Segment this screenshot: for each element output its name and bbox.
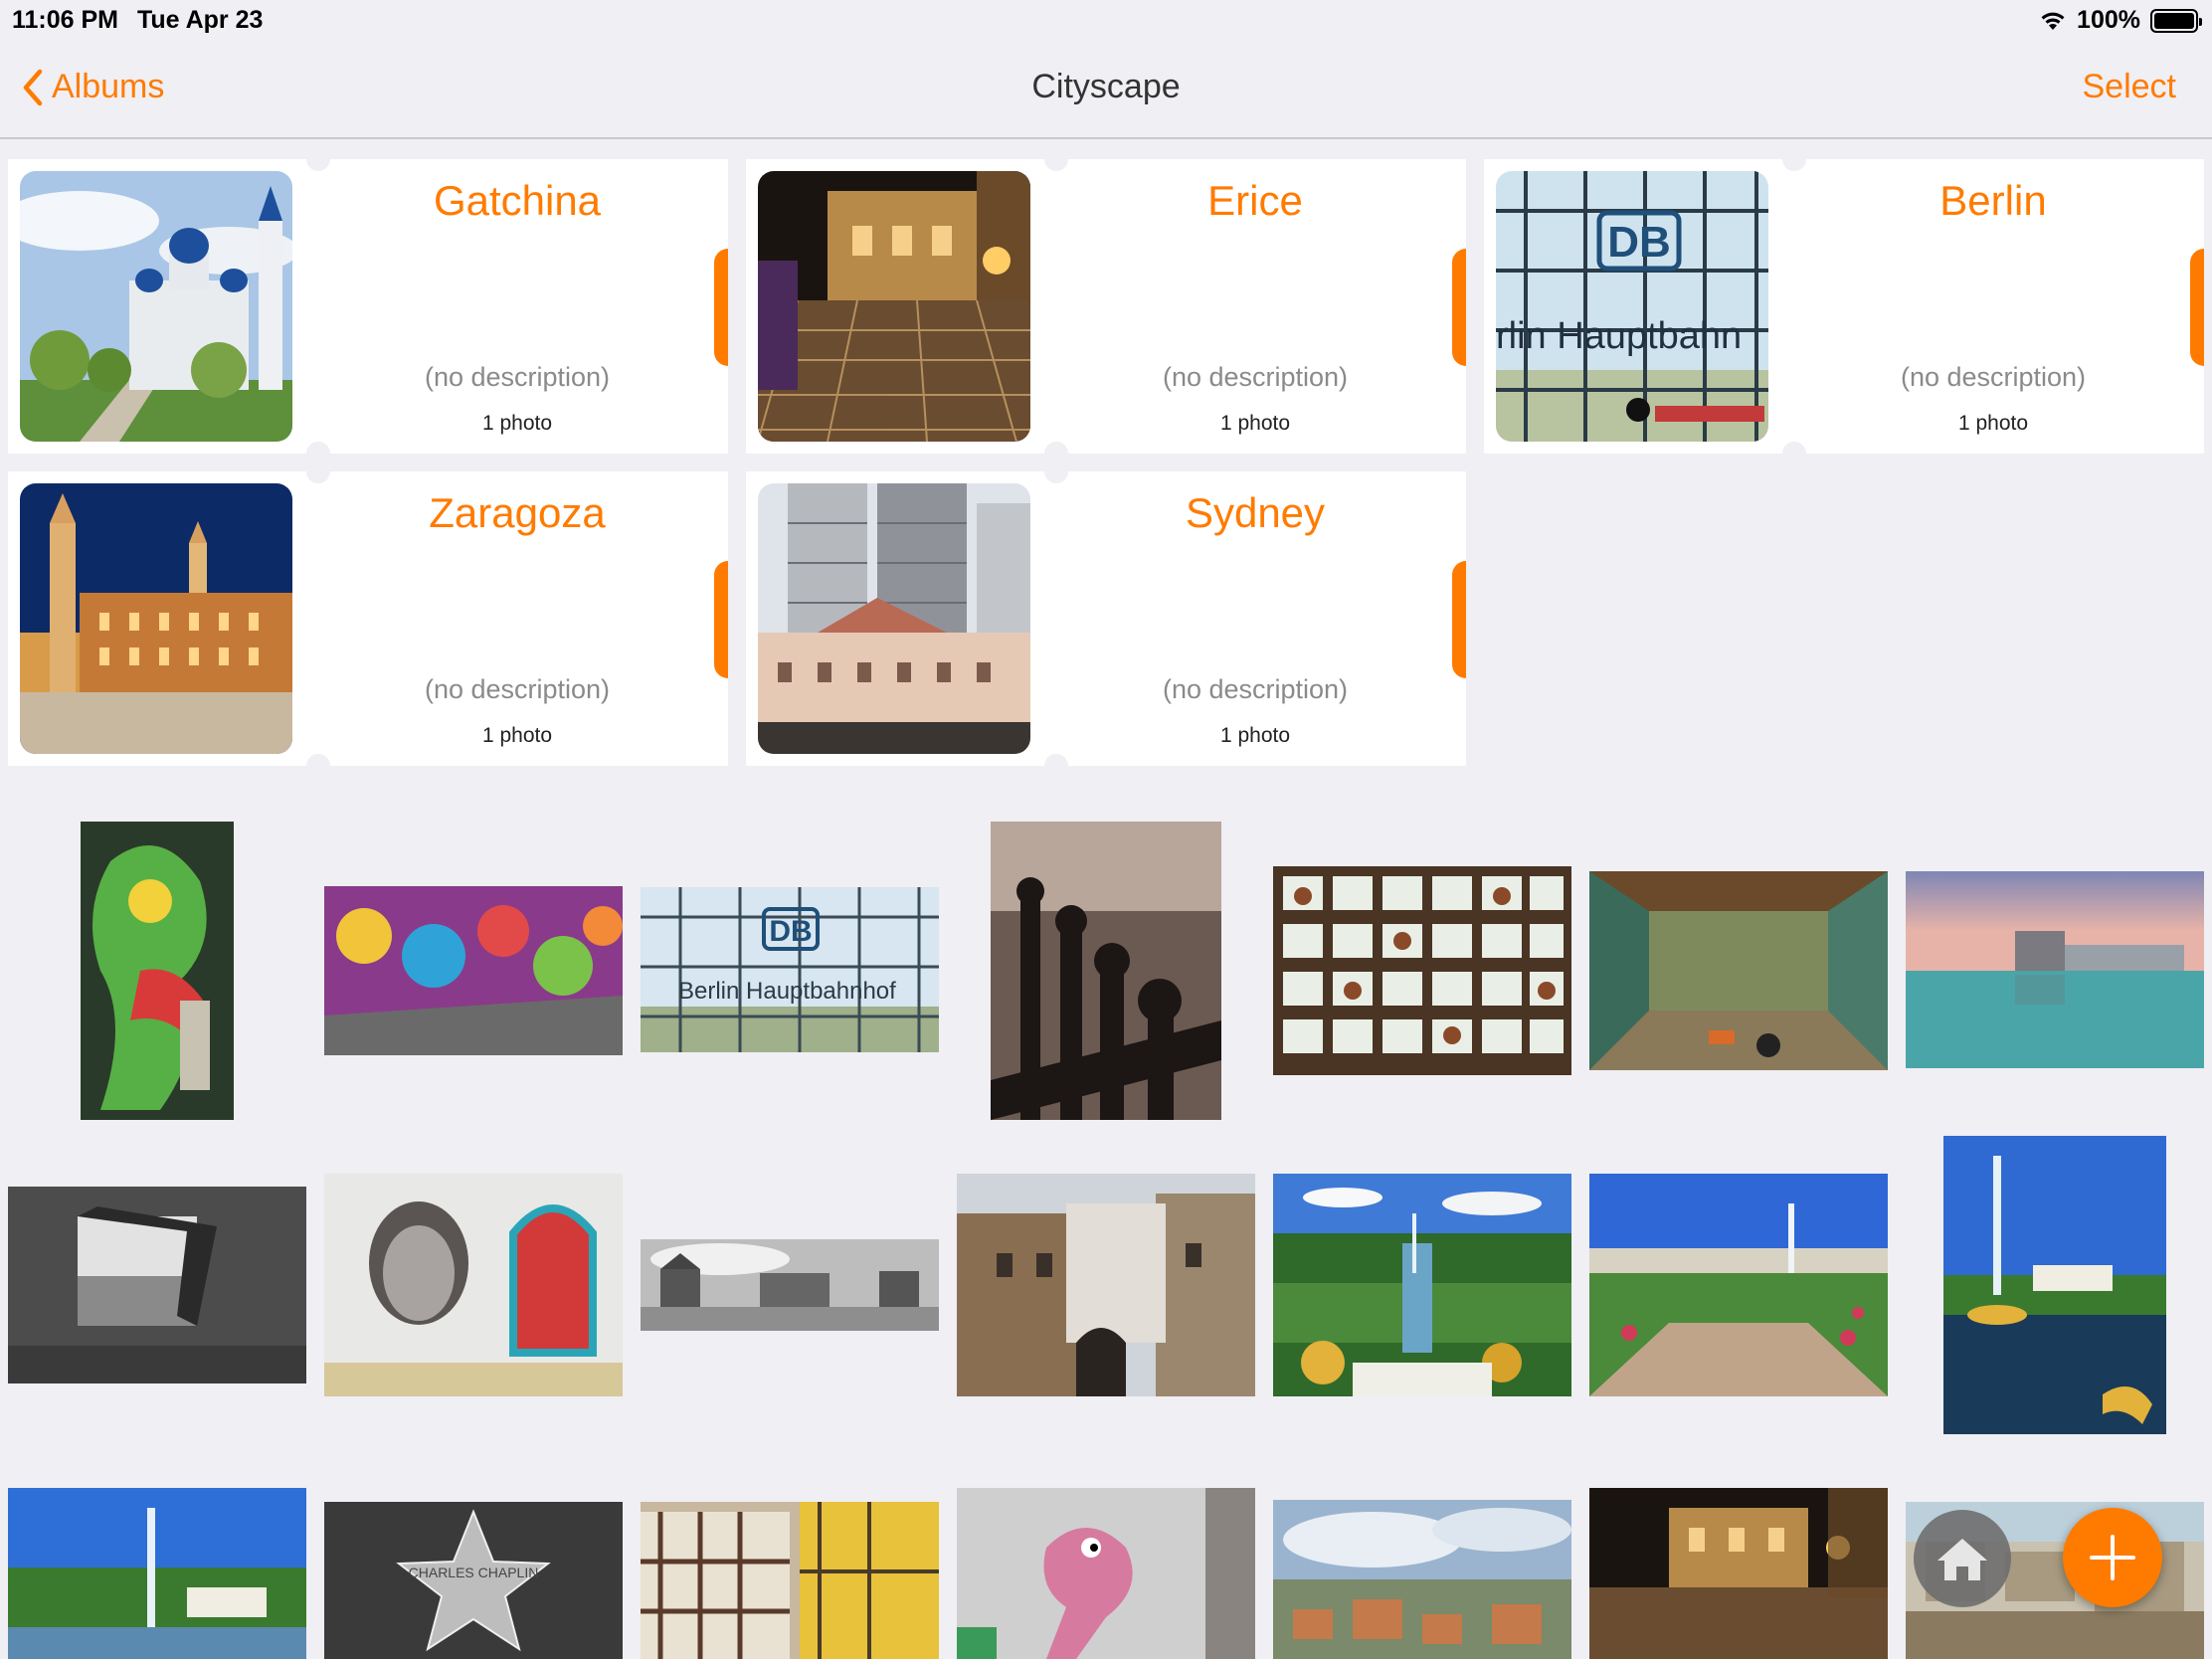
card-notch — [1782, 442, 1806, 465]
photo-thumbnail[interactable] — [1273, 1500, 1571, 1659]
album-photo-count: 1 photo — [1219, 412, 1291, 435]
photo-thumbnail[interactable] — [1273, 1174, 1571, 1396]
plus-icon — [2090, 1535, 2135, 1580]
card-notch — [1782, 147, 1806, 171]
status-time: 11:06 PM — [12, 6, 119, 34]
status-date: Tue Apr 23 — [137, 6, 264, 34]
album-card-gatchina[interactable]: Gatchina (no description) 1 photo — [8, 147, 728, 465]
card-notch — [1044, 460, 1068, 483]
album-title: Zaragoza — [429, 489, 606, 536]
album-description: (no description) — [424, 674, 611, 704]
album-edit-tab[interactable] — [2190, 249, 2204, 366]
album-title: Erice — [1207, 177, 1303, 224]
photo-thumbnail[interactable] — [957, 1488, 1255, 1659]
album-thumbnail: DB rlin Hauptbahn — [1496, 171, 1768, 442]
wifi-icon — [2041, 12, 2065, 30]
add-button[interactable] — [2063, 1508, 2162, 1607]
card-notch — [1044, 147, 1068, 171]
photo-thumbnail[interactable] — [1589, 871, 1888, 1070]
navigation-bar: Albums Cityscape Select — [0, 40, 2212, 139]
album-title: Sydney — [1185, 489, 1326, 536]
album-card-berlin[interactable]: DB rlin Hauptbahn Berlin (no description… — [1484, 147, 2204, 465]
album-photo-count: 1 photo — [481, 724, 553, 747]
album-thumbnail — [20, 483, 292, 754]
berlin-sign-text: rlin Hauptbahn — [1496, 315, 1742, 357]
photo-thumbnail[interactable] — [1589, 1488, 1888, 1659]
photo-thumbnail[interactable] — [1589, 1174, 1888, 1396]
photo-thumbnail[interactable] — [1943, 1136, 2166, 1434]
photo-thumbnail[interactable] — [8, 1187, 306, 1383]
album-title: Gatchina — [433, 177, 602, 224]
album-edit-tab[interactable] — [714, 561, 728, 678]
battery-icon — [2150, 8, 2202, 33]
album-description: (no description) — [1162, 674, 1349, 704]
photo-thumbnail[interactable] — [324, 886, 623, 1055]
album-thumbnail — [20, 171, 292, 442]
home-icon — [1937, 1539, 1987, 1580]
photo-thumbnail[interactable] — [1273, 866, 1571, 1075]
card-notch — [306, 754, 330, 778]
album-description: (no description) — [1900, 362, 2087, 392]
page-title: Cityscape — [1031, 68, 1181, 105]
star-plaque-text: CHARLES CHAPLIN — [409, 1565, 539, 1580]
home-button[interactable] — [1914, 1510, 2011, 1607]
album-card-sydney[interactable]: Sydney (no description) 1 photo — [746, 460, 1466, 778]
album-card-erice[interactable]: Erice (no description) 1 photo — [746, 147, 1466, 465]
album-edit-tab[interactable] — [1452, 561, 1466, 678]
status-bar: 11:06 PM Tue Apr 23 100% — [0, 0, 2212, 40]
select-button[interactable]: Select — [2083, 68, 2177, 106]
album-edit-tab[interactable] — [1452, 249, 1466, 366]
album-photo-count: 1 photo — [1219, 724, 1291, 747]
photo-thumbnail[interactable]: DB Berlin Hauptbahnhof — [641, 887, 939, 1052]
photo-thumbnail[interactable] — [641, 1502, 939, 1659]
status-right: 100% — [2039, 6, 2202, 35]
db-logo-text: DB — [769, 915, 812, 948]
album-thumbnail — [758, 171, 1030, 442]
album-card-zaragoza[interactable]: Zaragoza (no description) 1 photo — [8, 460, 728, 778]
album-photo-count: 1 photo — [1957, 412, 2029, 435]
album-thumbnail — [758, 483, 1030, 754]
card-notch — [1044, 754, 1068, 778]
photo-thumbnail[interactable] — [1906, 871, 2204, 1068]
photo-thumbnail[interactable] — [81, 822, 234, 1120]
card-notch — [306, 147, 330, 171]
photo-thumbnail[interactable] — [324, 1174, 623, 1396]
berlin-sign-text: Berlin Hauptbahnhof — [678, 978, 896, 1005]
photo-thumbnail[interactable] — [957, 1174, 1255, 1396]
album-title: Berlin — [1939, 177, 2047, 224]
photo-thumbnail[interactable]: CHARLES CHAPLIN — [324, 1502, 623, 1659]
photo-thumbnail[interactable] — [8, 1488, 306, 1659]
photo-thumbnail[interactable] — [991, 822, 1221, 1120]
db-logo-text: DB — [1607, 218, 1671, 267]
battery-percent: 100% — [2077, 6, 2140, 34]
album-edit-tab[interactable] — [714, 249, 728, 366]
album-photo-count: 1 photo — [481, 412, 553, 435]
photo-thumbnail[interactable] — [641, 1239, 939, 1331]
album-description: (no description) — [1162, 362, 1349, 392]
card-notch — [306, 460, 330, 483]
album-description: (no description) — [424, 362, 611, 392]
